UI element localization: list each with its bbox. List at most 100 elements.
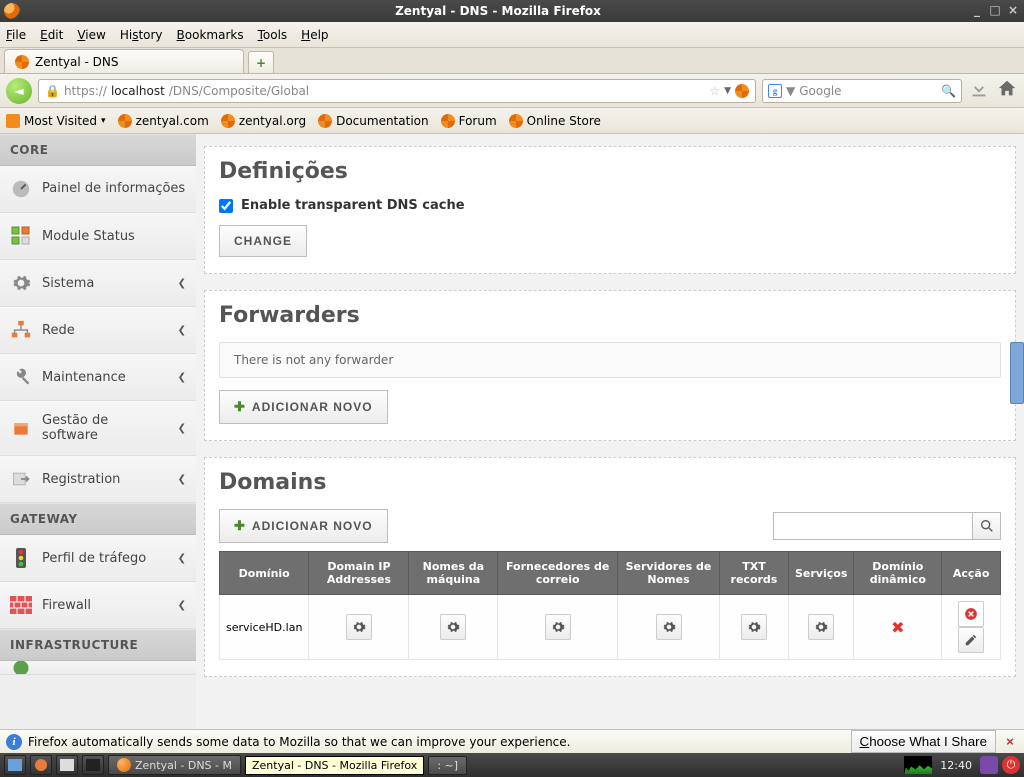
menu-tools[interactable]: Tools	[258, 28, 288, 42]
cell-domain: serviceHD.lan	[220, 595, 309, 660]
configure-hostnames-button[interactable]	[440, 614, 466, 640]
firefox-icon	[117, 758, 131, 772]
infobar-close-button[interactable]: ×	[1002, 734, 1018, 750]
zentyal-icon	[221, 114, 235, 128]
launcher-button[interactable]	[30, 755, 52, 775]
section-title-forwarders: Forwarders	[219, 303, 1001, 328]
power-button[interactable]: ⏻	[1002, 756, 1020, 774]
search-icon[interactable]: 🔍	[941, 84, 956, 98]
bookmark-star-icon[interactable]: ☆	[709, 84, 720, 98]
add-forwarder-button[interactable]: ✚ADICIONAR NOVO	[219, 390, 388, 424]
logout-button[interactable]	[980, 756, 998, 774]
page-body: CORE Painel de informações Module Status…	[0, 134, 1024, 729]
change-button[interactable]: CHANGE	[219, 225, 307, 257]
taskbar-task-terminal[interactable]: : ~]	[428, 756, 467, 775]
sidebar-category-core: CORE	[0, 134, 196, 166]
search-engine-dropdown-icon[interactable]: ▼	[786, 84, 795, 98]
configure-services-button[interactable]	[808, 614, 834, 640]
window-minimize-button[interactable]: _	[970, 4, 984, 18]
tab-zentyal-dns[interactable]: Zentyal - DNS	[4, 49, 244, 73]
plus-icon: ✚	[234, 518, 246, 534]
panel-definicoes: Definições Enable transparent DNS cache …	[204, 146, 1016, 274]
back-button[interactable]: ◄	[6, 78, 32, 104]
domain-search-input[interactable]	[773, 512, 973, 540]
tab-strip: Zentyal - DNS +	[0, 48, 1024, 74]
col-mail[interactable]: Fornecedores de correio	[498, 552, 618, 595]
bookmark-online-store[interactable]: Online Store	[509, 114, 601, 128]
col-services[interactable]: Serviços	[789, 552, 854, 595]
go-icon[interactable]	[735, 84, 749, 98]
bookmarks-toolbar: Most Visited▾ zentyal.com zentyal.org Do…	[0, 108, 1024, 134]
url-bar[interactable]: 🔒 https://localhost/DNS/Composite/Global…	[38, 79, 756, 103]
terminal-button[interactable]	[82, 755, 104, 775]
downloads-button[interactable]	[968, 78, 990, 103]
window-title: Zentyal - DNS - Mozilla Firefox	[26, 4, 970, 18]
menu-history[interactable]: History	[120, 28, 163, 42]
configure-ip-button[interactable]	[346, 614, 372, 640]
new-tab-button[interactable]: +	[248, 51, 274, 73]
chevron-left-icon: ❮	[178, 474, 186, 485]
add-domain-button[interactable]: ✚ADICIONAR NOVO	[219, 509, 388, 543]
taskbar-task-firefox[interactable]: Zentyal - DNS - M	[108, 755, 241, 775]
window-maximize-button[interactable]: □	[988, 4, 1002, 18]
configure-ns-button[interactable]	[656, 614, 682, 640]
folder-icon	[6, 114, 20, 128]
search-bar[interactable]: g ▼ Google 🔍	[762, 79, 962, 103]
col-action[interactable]: Acção	[942, 552, 1001, 595]
chevron-left-icon: ❮	[178, 600, 186, 611]
checkbox-transparent-dns[interactable]	[219, 199, 233, 213]
edit-row-button[interactable]	[958, 627, 984, 653]
menu-view[interactable]: View	[77, 28, 105, 42]
col-dynamic[interactable]: Domínio dinâmico	[854, 552, 942, 595]
checkbox-label: Enable transparent DNS cache	[241, 198, 465, 213]
sidebar-item-maintenance[interactable]: Maintenance❮	[0, 354, 196, 401]
tools-icon	[10, 366, 32, 388]
bookmark-zentyal-com[interactable]: zentyal.com	[118, 114, 209, 128]
bookmark-most-visited[interactable]: Most Visited▾	[6, 114, 106, 128]
sidebar-item-rede[interactable]: Rede❮	[0, 307, 196, 354]
sidebar-item-sistema[interactable]: Sistema❮	[0, 260, 196, 307]
sidebar-item-truncated[interactable]	[0, 661, 196, 675]
menu-edit[interactable]: Edit	[40, 28, 63, 42]
clock[interactable]: 12:40	[936, 759, 976, 772]
menu-bar: File Edit View History Bookmarks Tools H…	[0, 22, 1024, 48]
domain-search-button[interactable]	[973, 512, 1001, 540]
domains-table: Domínio Domain IP Addresses Nomes da máq…	[219, 551, 1001, 660]
sidebar-item-registration[interactable]: Registration❮	[0, 456, 196, 503]
sidebar-item-traffic[interactable]: Perfil de tráfego❮	[0, 535, 196, 582]
col-dominio[interactable]: Domínio	[220, 552, 309, 595]
bookmark-forum[interactable]: Forum	[441, 114, 497, 128]
url-dropdown-icon[interactable]: ▼	[724, 86, 731, 96]
sidebar-category-infrastructure: INFRASTRUCTURE	[0, 629, 196, 661]
col-hostnames[interactable]: Nomes da máquina	[409, 552, 498, 595]
delete-row-button[interactable]	[958, 601, 984, 627]
window-close-button[interactable]: ×	[1006, 4, 1020, 18]
configure-mail-button[interactable]	[545, 614, 571, 640]
zentyal-icon	[15, 55, 29, 69]
menu-bookmarks[interactable]: Bookmarks	[177, 28, 244, 42]
main-content: Definições Enable transparent DNS cache …	[196, 134, 1024, 729]
sidebar-item-firewall[interactable]: Firewall❮	[0, 582, 196, 629]
sidebar-item-module-status[interactable]: Module Status	[0, 213, 196, 260]
col-txt[interactable]: TXT records	[719, 552, 788, 595]
panel-forwarders: Forwarders There is not any forwarder ✚A…	[204, 290, 1016, 441]
bookmark-zentyal-org[interactable]: zentyal.org	[221, 114, 306, 128]
choose-share-button[interactable]: Choose What I Share	[851, 730, 996, 753]
globe-icon	[10, 661, 32, 675]
url-path: /DNS/Composite/Global	[169, 84, 309, 98]
col-ip[interactable]: Domain IP Addresses	[309, 552, 409, 595]
menu-file[interactable]: File	[6, 28, 26, 42]
show-desktop-button[interactable]	[4, 755, 26, 775]
col-ns[interactable]: Servidores de Nomes	[618, 552, 720, 595]
bookmark-documentation[interactable]: Documentation	[318, 114, 429, 128]
file-manager-button[interactable]	[56, 755, 78, 775]
scrollbar-thumb[interactable]	[1010, 342, 1024, 404]
chevron-left-icon: ❮	[178, 423, 186, 434]
table-row: serviceHD.lan ✖	[220, 595, 1001, 660]
sidebar-item-dashboard[interactable]: Painel de informações	[0, 166, 196, 213]
sidebar-item-software[interactable]: Gestão de software❮	[0, 401, 196, 456]
menu-help[interactable]: Help	[301, 28, 328, 42]
configure-txt-button[interactable]	[741, 614, 767, 640]
home-button[interactable]	[996, 78, 1018, 103]
system-monitor[interactable]	[904, 756, 932, 774]
